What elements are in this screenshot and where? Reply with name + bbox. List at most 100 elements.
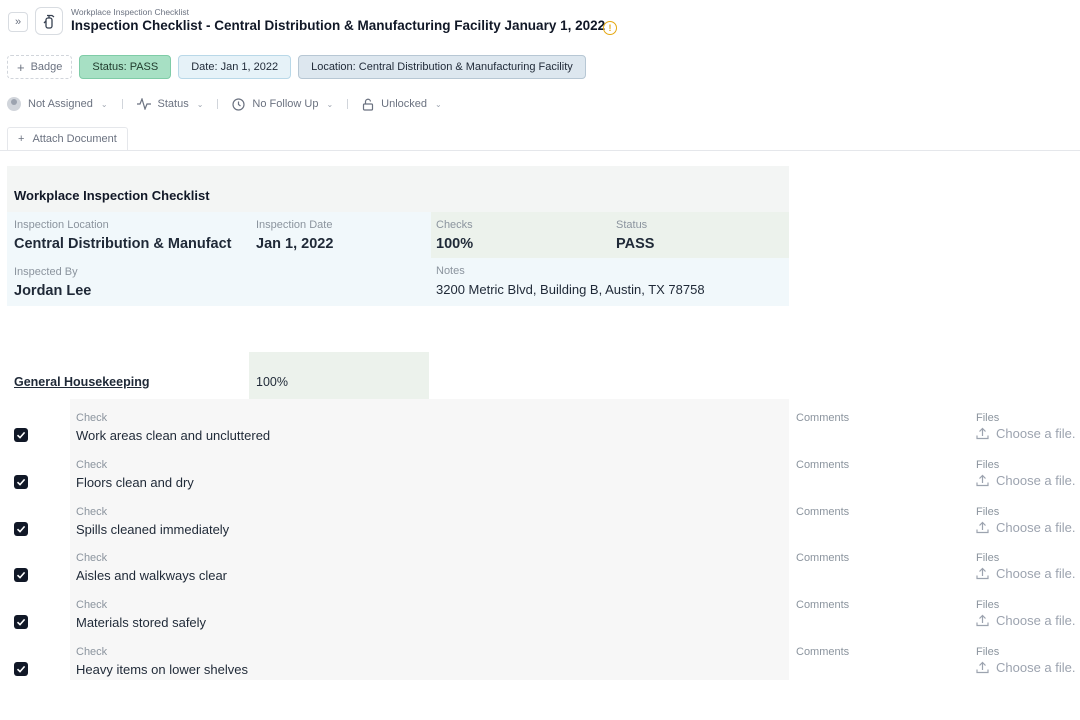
upload-icon [976,567,989,580]
checklist-row: Check Aisles and walkways clear Comments Fi… [0,545,1080,592]
avatar [7,97,21,111]
chevron-down-icon: ⌄ [435,99,442,109]
follow-up-label: No Follow Up [252,98,319,110]
attach-document-button[interactable]: + Attach Document [7,127,128,150]
follow-up-dropdown[interactable]: No Follow Up ⌄ [232,97,334,111]
comments-field[interactable]: Comments [796,646,849,658]
date-value: Jan 1, 2022 [256,236,334,252]
checklist-row: Check Work areas clean and uncluttered Co… [0,405,1080,452]
checkmark-icon [16,525,26,533]
check-text[interactable]: Spills cleaned immediately [76,522,229,537]
check-label: Check [76,599,108,611]
warning-icon[interactable]: ! [603,21,617,35]
summary-title-row: Workplace Inspection Checklist [7,166,789,212]
choose-file-button[interactable]: Choose a file. [976,613,1076,628]
date-label: Inspection Date [256,219,333,231]
notes-label: Notes [436,265,465,277]
upload-icon [976,427,989,440]
check-text[interactable]: Materials stored safely [76,615,206,630]
checkmark-icon [16,618,26,626]
status-badge[interactable]: Status: PASS [79,55,172,79]
comments-field[interactable]: Comments [796,459,849,471]
expand-sidebar-button[interactable]: » [8,12,28,32]
location-value: Central Distribution & Manufact [14,236,232,252]
check-text[interactable]: Work areas clean and uncluttered [76,428,270,443]
files-label: Files [976,599,1000,611]
chevron-down-icon: ⌄ [196,99,204,109]
location-label: Inspection Location [14,219,109,231]
check-checkbox[interactable] [14,428,28,442]
inspector-label: Inspected By [14,266,78,278]
check-checkbox[interactable] [14,475,28,489]
check-label: Check [76,412,108,424]
check-checkbox[interactable] [14,662,28,676]
date-badge[interactable]: Date: Jan 1, 2022 [178,55,292,79]
checks-value: 100% [436,236,474,252]
comments-field[interactable]: Comments [796,552,849,564]
summary-notes-panel: Notes 3200 Metric Blvd, Building B, Aust… [431,258,789,306]
checkmark-icon [16,571,26,579]
upload-icon [976,474,989,487]
comments-field[interactable]: Comments [796,506,849,518]
clock-icon [232,97,246,111]
divider [347,99,349,109]
chevron-down-icon: ⌄ [326,99,334,109]
check-checkbox[interactable] [14,522,28,536]
check-checkbox[interactable] [14,568,28,582]
fire-extinguisher-icon [35,7,63,35]
badge-row: + Badge Status: PASS Date: Jan 1, 2022 L… [7,55,586,79]
chevron-down-icon: ⌄ [100,99,108,109]
upload-icon [976,661,989,674]
chevrons-right-icon: » [14,16,22,28]
page-title: Inspection Checklist - Central Distribut… [71,18,606,33]
activity-icon [136,98,151,110]
upload-icon [976,521,989,534]
section-title[interactable]: General Housekeeping [14,375,149,389]
check-text[interactable]: Aisles and walkways clear [76,568,227,583]
status-dropdown[interactable]: Status ⌄ [136,98,204,110]
location-badge[interactable]: Location: Central Distribution & Manufac… [298,55,586,79]
choose-file-button[interactable]: Choose a file. [976,566,1076,581]
checkmark-icon [16,665,26,673]
files-label: Files [976,459,1000,471]
checkmark-icon [16,431,26,439]
unlock-icon [363,98,374,111]
add-badge-button[interactable]: + Badge [7,55,73,79]
choose-file-label: Choose a file. [996,566,1076,581]
assignee-label: Not Assigned [28,98,93,110]
lock-label: Unlocked [381,98,428,110]
assignee-dropdown[interactable]: Not Assigned ⌄ [7,97,108,111]
check-checkbox[interactable] [14,615,28,629]
plus-icon: + [18,133,25,145]
attach-document-label: Attach Document [32,133,117,145]
choose-file-button[interactable]: Choose a file. [976,426,1076,441]
status-value: PASS [616,236,655,252]
breadcrumb[interactable]: Workplace Inspection Checklist [71,7,189,17]
status-label: Status [616,219,648,231]
check-text[interactable]: Floors clean and dry [76,475,194,490]
comments-field[interactable]: Comments [796,599,849,611]
checklist-row: Check Heavy items on lower shelves Comment… [0,639,1080,686]
summary-card: Workplace Inspection Checklist Inspectio… [7,166,789,306]
checklist-row: Check Floors clean and dry Comments Files Ch… [0,452,1080,499]
choose-file-label: Choose a file. [996,613,1076,628]
properties-row: Not Assigned ⌄ Status ⌄ No Follow Up ⌄ U… [7,96,442,112]
lock-dropdown[interactable]: Unlocked ⌄ [362,98,442,111]
choose-file-button[interactable]: Choose a file. [976,660,1076,675]
divider [217,99,219,109]
divider [0,150,1080,151]
check-label: Check [76,459,108,471]
summary-title: Workplace Inspection Checklist [14,188,210,203]
page-header: » Workplace Inspection Checklist Inspect… [8,7,708,37]
choose-file-button[interactable]: Choose a file. [976,520,1076,535]
choose-file-label: Choose a file. [996,660,1076,675]
plus-icon: + [17,59,25,75]
check-label: Check [76,552,108,564]
files-label: Files [976,552,1000,564]
choose-file-label: Choose a file. [996,520,1076,535]
check-text[interactable]: Heavy items on lower shelves [76,662,248,677]
inspector-value: Jordan Lee [14,283,92,299]
check-label: Check [76,506,108,518]
choose-file-button[interactable]: Choose a file. [976,473,1076,488]
comments-field[interactable]: Comments [796,412,849,424]
